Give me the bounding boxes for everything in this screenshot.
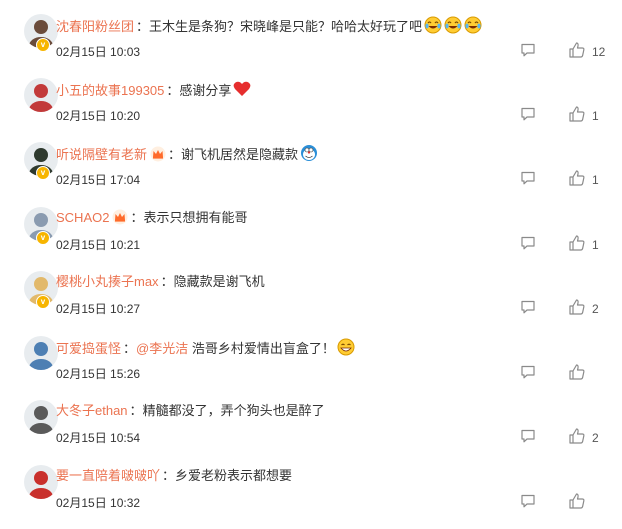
vip-crown-icon bbox=[150, 146, 166, 167]
like-count: 1 bbox=[592, 109, 599, 123]
username-link[interactable]: 要一直陪着啵啵吖 bbox=[56, 468, 160, 483]
v-badge-icon: v bbox=[36, 295, 50, 309]
comment-icon[interactable] bbox=[520, 42, 536, 58]
comment-text: 表示只想拥有能哥 bbox=[143, 210, 248, 225]
doraemon-emoji-icon bbox=[300, 144, 318, 167]
username-link[interactable]: 沈春阳粉丝团 bbox=[56, 19, 134, 34]
thumbs-up-icon[interactable] bbox=[568, 363, 586, 381]
comment-content: 樱桃小丸揍子max ：隐藏款是谢飞机 bbox=[56, 273, 265, 291]
thumbs-up-icon[interactable] bbox=[568, 41, 586, 59]
mention-link[interactable]: @李光洁 bbox=[136, 341, 188, 356]
avatar-wrapper bbox=[12, 400, 58, 438]
thumbs-up-icon[interactable] bbox=[568, 105, 586, 123]
username-link[interactable]: 小五的故事199305 bbox=[56, 83, 164, 98]
thumbs-up-icon[interactable] bbox=[568, 298, 586, 316]
comment-timestamp: 02月15日 10:32 bbox=[56, 496, 141, 510]
comment-icon[interactable] bbox=[520, 235, 536, 251]
like-count: 2 bbox=[592, 302, 599, 316]
like-count: 1 bbox=[592, 173, 599, 187]
colon-separator: ： bbox=[160, 274, 174, 289]
like-count: 1 bbox=[592, 238, 599, 252]
laugh-cry-emoji-icon bbox=[424, 16, 442, 39]
thumbs-up-icon[interactable] bbox=[568, 169, 586, 187]
comment-item: 要一直陪着啵啵吖 ：乡爱老粉表示都想要 02月15日 10:32 bbox=[0, 465, 622, 529]
comment-content: 可爱捣蛋怪 ：@李光洁 浩哥乡村爱情出盲盒了！ bbox=[56, 338, 355, 361]
comment-item: v 沈春阳粉丝团 ：王木生是条狗？宋晓峰是只能？哈哈太好玩了吧 02月15日 10:0… bbox=[0, 14, 622, 78]
comment-item: 小五的故事199305 ：感谢分享 02月15日 10:20 1 bbox=[0, 78, 622, 142]
colon-separator: ： bbox=[123, 341, 137, 356]
like-count: 12 bbox=[592, 45, 606, 59]
colon-separator: ： bbox=[166, 83, 180, 98]
comment-timestamp: 02月15日 10:54 bbox=[56, 431, 141, 445]
grin-emoji-icon bbox=[337, 338, 355, 361]
comment-timestamp: 02月15日 10:21 bbox=[56, 238, 141, 252]
comment-content: 大冬子ethan ：精髓都没了，弄个狗头也是醉了 bbox=[56, 402, 325, 420]
heart-emoji-icon bbox=[233, 80, 251, 103]
laugh-cry-emoji-icon bbox=[444, 16, 462, 39]
comment-content: 小五的故事199305 ：感谢分享 bbox=[56, 80, 251, 103]
avatar-wrapper: v bbox=[12, 207, 58, 245]
thumbs-up-icon[interactable] bbox=[568, 427, 586, 445]
username-link[interactable]: 樱桃小丸揍子max bbox=[56, 274, 159, 289]
comment-icon[interactable] bbox=[520, 493, 536, 509]
comment-timestamp: 02月15日 10:20 bbox=[56, 109, 141, 123]
avatar[interactable] bbox=[24, 400, 58, 434]
comment-item: 大冬子ethan ：精髓都没了，弄个狗头也是醉了 02月15日 10:54 2 bbox=[0, 400, 622, 464]
comment-text: 隐藏款是谢飞机 bbox=[173, 274, 265, 289]
avatar-wrapper: v bbox=[12, 271, 58, 309]
comment-icon[interactable] bbox=[520, 299, 536, 315]
comment-text: 谢飞机居然是隐藏款 bbox=[181, 147, 299, 162]
thumbs-up-icon[interactable] bbox=[568, 234, 586, 252]
comment-timestamp: 02月15日 10:27 bbox=[56, 302, 141, 316]
colon-separator: ： bbox=[129, 403, 143, 418]
comment-icon[interactable] bbox=[520, 364, 536, 380]
comment-timestamp: 02月15日 10:03 bbox=[56, 45, 141, 59]
username-link[interactable]: 大冬子ethan bbox=[56, 403, 128, 418]
colon-separator: ： bbox=[168, 147, 182, 162]
vip-crown-icon bbox=[112, 209, 128, 230]
username-link[interactable]: 听说隔壁有老新 bbox=[56, 147, 147, 162]
comment-list: v 沈春阳粉丝团 ：王木生是条狗？宋晓峰是只能？哈哈太好玩了吧 02月15日 10:0… bbox=[0, 0, 622, 518]
comment-text: 王木生是条狗？宋晓峰是只能？哈哈太好玩了吧 bbox=[149, 19, 423, 34]
colon-separator: ： bbox=[136, 19, 150, 34]
comment-content: 要一直陪着啵啵吖 ：乡爱老粉表示都想要 bbox=[56, 467, 292, 485]
colon-separator: ： bbox=[130, 210, 144, 225]
comment-icon[interactable] bbox=[520, 428, 536, 444]
avatar-wrapper: v bbox=[12, 142, 58, 180]
comment-item: v 樱桃小丸揍子max ：隐藏款是谢飞机 02月15日 10:27 2 bbox=[0, 271, 622, 335]
comment-timestamp: 02月15日 17:04 bbox=[56, 173, 141, 187]
avatar-wrapper bbox=[12, 465, 58, 503]
avatar[interactable] bbox=[24, 78, 58, 112]
avatar[interactable] bbox=[24, 336, 58, 370]
avatar-wrapper: v bbox=[12, 14, 58, 52]
comment-item: 可爱捣蛋怪 ：@李光洁 浩哥乡村爱情出盲盒了！ 02月15日 15:26 bbox=[0, 336, 622, 400]
laugh-cry-emoji-icon bbox=[464, 16, 482, 39]
avatar-wrapper bbox=[12, 78, 58, 116]
comment-icon[interactable] bbox=[520, 170, 536, 186]
thumbs-up-icon[interactable] bbox=[568, 492, 586, 510]
v-badge-icon: v bbox=[36, 38, 50, 52]
colon-separator: ： bbox=[162, 468, 176, 483]
comment-icon[interactable] bbox=[520, 106, 536, 122]
v-badge-icon: v bbox=[36, 231, 50, 245]
comment-item: v 听说隔壁有老新 ：谢飞机居然是隐藏款 02月15日 17:04 1 bbox=[0, 142, 622, 206]
comment-content: 沈春阳粉丝团 ：王木生是条狗？宋晓峰是只能？哈哈太好玩了吧 bbox=[56, 16, 482, 39]
username-link[interactable]: 可爱捣蛋怪 bbox=[56, 341, 121, 356]
v-badge-icon: v bbox=[36, 166, 50, 180]
comment-text: 乡爱老粉表示都想要 bbox=[175, 468, 293, 483]
like-count: 2 bbox=[592, 431, 599, 445]
comment-text: 浩哥乡村爱情出盲盒了！ bbox=[188, 341, 335, 356]
comment-content: SCHAO2 ：表示只想拥有能哥 bbox=[56, 209, 248, 230]
comment-timestamp: 02月15日 15:26 bbox=[56, 367, 141, 381]
comment-text: 感谢分享 bbox=[179, 83, 232, 98]
comment-content: 听说隔壁有老新 ：谢飞机居然是隐藏款 bbox=[56, 144, 318, 167]
avatar-wrapper bbox=[12, 336, 58, 374]
avatar[interactable] bbox=[24, 465, 58, 499]
username-link[interactable]: SCHAO2 bbox=[56, 210, 109, 225]
comment-item: v SCHAO2 ：表示只想拥有能哥 02月15日 10:21 1 bbox=[0, 207, 622, 271]
comment-text: 精髓都没了，弄个狗头也是醉了 bbox=[142, 403, 325, 418]
